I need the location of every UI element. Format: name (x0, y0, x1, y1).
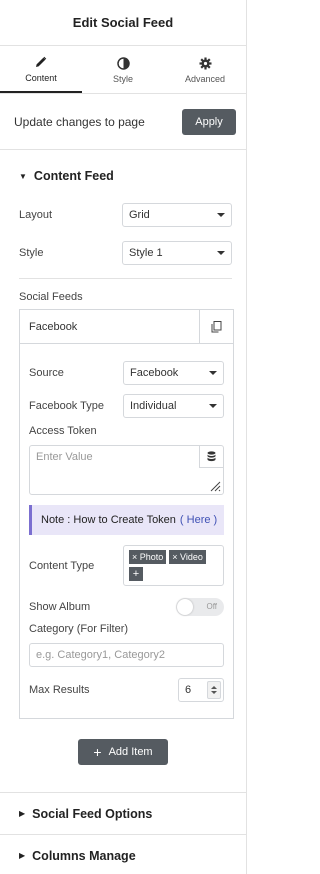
content-type-row: Content Type × Photo × Video + (29, 545, 224, 586)
apply-button[interactable]: Apply (182, 108, 236, 135)
contrast-icon (116, 55, 130, 71)
spinner-icon[interactable] (207, 680, 221, 699)
caret-right-icon: ▶ (19, 851, 26, 860)
chevron-down-icon (209, 370, 217, 375)
access-token-label: Access Token (29, 425, 97, 437)
toggle-knob (177, 598, 193, 615)
style-row: Style Style 1 (0, 234, 246, 272)
access-token-field[interactable]: Enter Value (29, 445, 224, 495)
update-row: Update changes to page Apply (0, 94, 246, 150)
token-note-text: Note : How to Create Token (41, 514, 176, 526)
style-select[interactable]: Style 1 (122, 241, 232, 265)
chevron-down-icon (217, 213, 225, 217)
source-label: Source (29, 366, 64, 379)
update-text: Update changes to page (14, 114, 145, 129)
facebook-type-label: Facebook Type (29, 399, 105, 412)
repeater-item-title: Facebook (29, 320, 78, 333)
layout-select[interactable]: Grid (122, 203, 232, 227)
social-feed-repeater: Facebook Source Facebook Facebook Type I… (19, 309, 234, 719)
section-columns-manage-title: Columns Manage (32, 848, 136, 863)
repeater-item-header[interactable]: Facebook (20, 309, 233, 344)
caret-right-icon: ▶ (19, 809, 26, 818)
tab-bar: Content Style Advanced (0, 46, 246, 94)
source-value: Facebook (130, 366, 179, 379)
token-note-link[interactable]: ( Here ) (180, 514, 217, 526)
panel-header: Edit Social Feed (0, 0, 246, 46)
style-value: Style 1 (129, 247, 163, 259)
repeater-item-body: Source Facebook Facebook Type Individual… (20, 344, 233, 718)
category-placeholder: e.g. Category1, Category2 (36, 649, 166, 661)
show-album-toggle[interactable]: Off (176, 597, 224, 616)
source-row: Source Facebook (29, 356, 224, 389)
content-type-label: Content Type (29, 559, 95, 572)
max-results-value: 6 (185, 683, 192, 696)
layout-value: Grid (129, 209, 150, 221)
show-album-label: Show Album (29, 600, 91, 613)
section-social-feed-options[interactable]: ▶ Social Feed Options (0, 792, 247, 834)
show-album-row: Show Album Off (29, 590, 224, 623)
tab-advanced[interactable]: Advanced (164, 46, 246, 93)
section-social-feed-options-title: Social Feed Options (32, 806, 153, 821)
tag-video[interactable]: × Video (169, 550, 206, 564)
style-label: Style (19, 247, 44, 259)
database-icon[interactable] (199, 446, 223, 468)
plus-icon: + (93, 744, 102, 760)
chevron-down-icon (209, 403, 217, 408)
access-token-placeholder: Enter Value (36, 451, 93, 463)
add-item-label: Add Item (108, 746, 153, 758)
category-label: Category (For Filter) (29, 623, 129, 635)
pencil-icon (35, 54, 47, 70)
caret-down-icon: ▼ (19, 171, 27, 181)
token-note: Note : How to Create Token ( Here ) (29, 505, 224, 535)
gear-icon (199, 55, 212, 71)
max-results-input[interactable]: 6 (178, 677, 224, 702)
layout-row: Layout Grid (0, 196, 246, 234)
max-results-row: Max Results 6 (29, 673, 224, 706)
tag-photo[interactable]: × Photo (129, 550, 167, 564)
facebook-type-row: Facebook Type Individual (29, 389, 224, 422)
editor-panel: Edit Social Feed Content Style Advanced … (0, 0, 247, 874)
section-columns-manage[interactable]: ▶ Columns Manage (0, 834, 247, 874)
layout-label: Layout (19, 209, 53, 221)
resize-handle-icon[interactable] (209, 480, 221, 492)
tab-content-label: Content (25, 73, 57, 83)
facebook-type-value: Individual (130, 399, 177, 412)
add-item-button[interactable]: + Add Item (78, 739, 168, 765)
panel-title: Edit Social Feed (72, 15, 174, 30)
add-tag-button[interactable]: + (129, 567, 143, 581)
toggle-off-text: Off (206, 601, 217, 611)
social-feeds-label: Social Feeds (19, 291, 83, 303)
section-content-feed-title: Content Feed (33, 169, 114, 183)
tab-advanced-label: Advanced (184, 74, 226, 84)
duplicate-icon[interactable] (199, 309, 233, 344)
tab-style[interactable]: Style (82, 46, 164, 93)
max-results-label: Max Results (29, 683, 90, 696)
tab-style-label: Style (112, 74, 133, 84)
section-content-feed[interactable]: ▼ Content Feed (0, 156, 246, 196)
tab-content[interactable]: Content (0, 46, 82, 93)
category-input[interactable]: e.g. Category1, Category2 (29, 643, 224, 667)
chevron-down-icon (217, 251, 225, 255)
source-select[interactable]: Facebook (123, 360, 224, 385)
content-type-tags[interactable]: × Photo × Video + (123, 545, 224, 586)
facebook-type-select[interactable]: Individual (123, 393, 224, 418)
